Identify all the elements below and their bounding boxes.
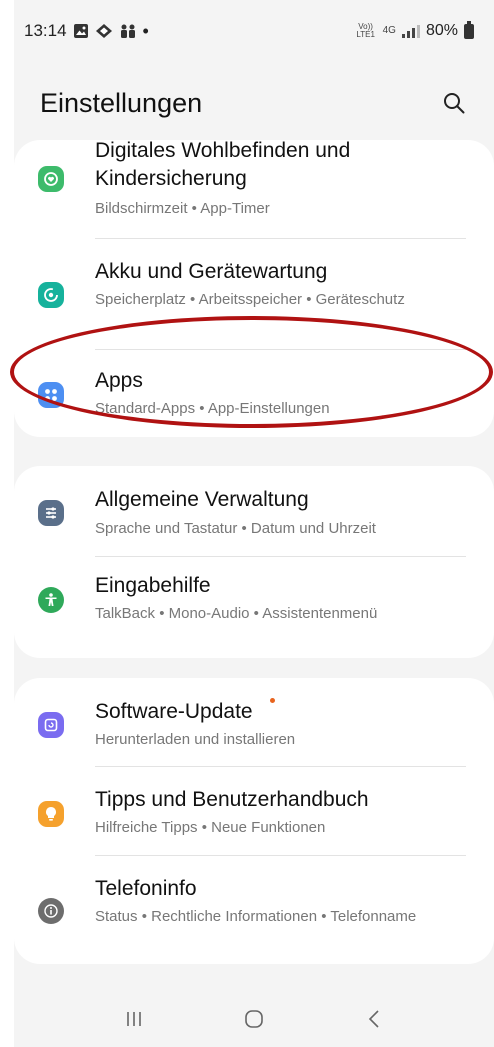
update-badge-dot bbox=[270, 698, 275, 703]
settings-group-3: Software-Update Herunterladen und instal… bbox=[14, 678, 494, 964]
family-notification-icon bbox=[120, 24, 135, 38]
more-notifications-dot: • bbox=[142, 20, 149, 41]
header: Einstellungen bbox=[14, 78, 494, 128]
back-icon bbox=[368, 1009, 379, 1028]
gallery-notification-icon bbox=[73, 24, 88, 38]
accessibility-icon bbox=[38, 587, 64, 613]
item-subtitle: TalkBack • Mono-Audio • Assistentenmenü bbox=[95, 605, 378, 622]
battery-percent: 80% bbox=[425, 22, 458, 39]
settings-item-phone-info[interactable]: Telefoninfo Status • Rechtliche Informat… bbox=[14, 856, 494, 964]
photos-notification-icon bbox=[95, 24, 112, 38]
settings-item-software-update[interactable]: Software-Update Herunterladen und instal… bbox=[14, 678, 494, 766]
device-care-icon bbox=[38, 282, 64, 308]
settings-item-digital-wellbeing[interactable]: Digitales Wohlbefinden und Kindersicheru… bbox=[14, 139, 494, 238]
item-title: Akku und Gerätewartung bbox=[95, 260, 328, 283]
wellbeing-icon bbox=[38, 166, 64, 192]
recents-icon bbox=[127, 1011, 141, 1026]
tips-icon bbox=[38, 801, 64, 827]
item-title: Software-Update bbox=[95, 700, 253, 723]
item-subtitle: Bildschirmzeit • App-Timer bbox=[95, 200, 270, 217]
item-title: Tipps und Benutzerhandbuch bbox=[95, 788, 369, 811]
search-icon bbox=[444, 93, 465, 114]
home-icon bbox=[245, 1009, 263, 1028]
item-title: Allgemeine Verwaltung bbox=[95, 488, 309, 511]
general-management-icon bbox=[38, 500, 64, 526]
item-title: Telefoninfo bbox=[95, 877, 197, 900]
item-title: Eingabehilfe bbox=[95, 574, 211, 597]
item-subtitle: Herunterladen und installieren bbox=[95, 731, 296, 748]
settings-item-general-management[interactable]: Allgemeine Verwaltung Sprache und Tastat… bbox=[14, 466, 494, 555]
phone-info-icon bbox=[38, 898, 64, 924]
status-left: 13:14 • bbox=[24, 21, 149, 42]
navigation-bar bbox=[14, 990, 494, 1047]
settings-group-1: Digitales Wohlbefinden und Kindersicheru… bbox=[14, 139, 494, 437]
recents-button[interactable] bbox=[114, 999, 154, 1039]
settings-item-accessibility[interactable]: Eingabehilfe TalkBack • Mono-Audio • Ass… bbox=[14, 557, 494, 658]
settings-item-battery-device-care[interactable]: Akku und Gerätewartung Speicherplatz • A… bbox=[14, 239, 494, 349]
item-title: Apps bbox=[95, 369, 143, 392]
item-subtitle: Standard-Apps • App-Einstellungen bbox=[95, 400, 330, 417]
status-right: Vo)) LTE1 4G 80% bbox=[355, 20, 474, 40]
settings-group-2: Allgemeine Verwaltung Sprache und Tastat… bbox=[14, 466, 494, 658]
software-update-icon bbox=[38, 712, 64, 738]
settings-item-tips[interactable]: Tipps und Benutzerhandbuch Hilfreiche Ti… bbox=[14, 767, 494, 855]
item-subtitle: Sprache und Tastatur • Datum und Uhrzeit bbox=[95, 520, 376, 537]
page-title: Einstellungen bbox=[40, 87, 203, 118]
item-subtitle: Hilfreiche Tipps • Neue Funktionen bbox=[95, 819, 326, 836]
status-bar: 13:14 • Vo)) LTE1 4G 80% bbox=[14, 0, 494, 62]
status-time: 13:14 bbox=[24, 21, 67, 40]
item-subtitle: Status • Rechtliche Informationen • Tele… bbox=[95, 908, 417, 925]
settings-screen: 13:14 • Vo)) LTE1 4G 80% Einstellungen D… bbox=[14, 0, 494, 1047]
signal-icon bbox=[401, 24, 420, 38]
item-title: Digitales Wohlbefinden und Kindersicheru… bbox=[95, 139, 351, 190]
back-button[interactable] bbox=[354, 999, 394, 1039]
apps-icon bbox=[38, 382, 64, 408]
home-button[interactable] bbox=[234, 999, 274, 1039]
item-subtitle: Speicherplatz • Arbeitsspeicher • Geräte… bbox=[95, 291, 405, 308]
search-button[interactable] bbox=[436, 85, 472, 121]
settings-item-apps[interactable]: Apps Standard-Apps • App-Einstellungen bbox=[14, 350, 494, 437]
battery-icon bbox=[464, 20, 474, 39]
volte-indicator: Vo)) LTE1 bbox=[356, 22, 375, 39]
network-indicator: 4G bbox=[382, 25, 396, 36]
